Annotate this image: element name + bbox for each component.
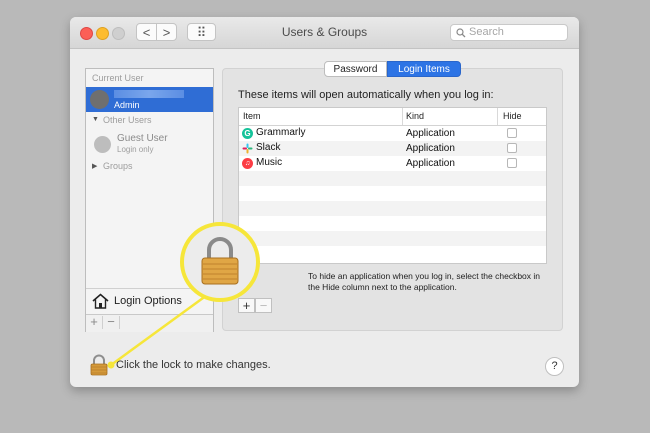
hide-checkbox[interactable] bbox=[507, 158, 517, 168]
title-bar: < > ⠿ Users & Groups Search bbox=[70, 17, 579, 49]
tab-login-items[interactable]: Login Items bbox=[387, 61, 461, 77]
remove-login-item-button[interactable]: − bbox=[255, 298, 272, 313]
sidebar-toolbar: + − bbox=[86, 314, 213, 332]
add-login-item-button[interactable]: + bbox=[238, 298, 255, 313]
admin-role-label: Admin bbox=[114, 100, 140, 110]
help-button[interactable]: ? bbox=[545, 357, 564, 376]
empty-row bbox=[239, 246, 546, 261]
lock-icon-enlarged bbox=[201, 237, 239, 285]
guest-avatar bbox=[94, 136, 111, 153]
lock-callout-magnifier bbox=[180, 222, 260, 302]
search-placeholder: Search bbox=[469, 26, 504, 38]
item-kind: Application bbox=[406, 128, 455, 139]
search-icon bbox=[456, 28, 466, 38]
sidebar-item-admin[interactable]: Admin bbox=[86, 87, 213, 112]
login-items-intro: These items will open automatically when… bbox=[238, 89, 494, 101]
disclosure-down-icon[interactable]: ▼ bbox=[92, 116, 99, 123]
column-divider bbox=[402, 108, 403, 125]
current-user-header: Current User bbox=[92, 73, 144, 83]
avatar bbox=[90, 90, 109, 109]
search-field[interactable]: Search bbox=[450, 24, 568, 41]
table-header: Item Kind Hide bbox=[239, 108, 546, 126]
column-divider bbox=[497, 108, 498, 125]
item-kind: Application bbox=[406, 158, 455, 169]
remove-user-button[interactable]: − bbox=[103, 315, 120, 329]
login-options-label: Login Options bbox=[114, 295, 182, 307]
column-header-item[interactable]: Item bbox=[243, 111, 261, 121]
column-header-hide[interactable]: Hide bbox=[503, 111, 522, 121]
lock-status-text: Click the lock to make changes. bbox=[116, 359, 271, 371]
grammarly-icon: G bbox=[242, 128, 253, 139]
guest-user-role: Login only bbox=[117, 145, 154, 154]
slack-icon bbox=[242, 143, 253, 154]
empty-row bbox=[239, 201, 546, 216]
redacted-user-name bbox=[114, 90, 184, 98]
tab-bar: Password Login Items bbox=[324, 61, 461, 77]
item-name: Grammarly bbox=[256, 127, 306, 138]
login-items-table: Item Kind Hide G Grammarly Application S… bbox=[238, 107, 547, 264]
music-icon: ♫ bbox=[242, 158, 253, 169]
disclosure-right-icon[interactable]: ▶ bbox=[92, 162, 97, 170]
item-name: Music bbox=[256, 157, 283, 168]
guest-user-name: Guest User bbox=[117, 133, 168, 144]
item-kind: Application bbox=[406, 143, 455, 154]
empty-row bbox=[239, 171, 546, 186]
groups-header: Groups bbox=[103, 161, 133, 171]
lock-icon[interactable] bbox=[89, 354, 109, 376]
table-row[interactable]: ♫ Music Application bbox=[239, 156, 546, 171]
tab-password[interactable]: Password bbox=[324, 61, 387, 77]
add-user-button[interactable]: + bbox=[86, 315, 103, 329]
hide-checkbox[interactable] bbox=[507, 128, 517, 138]
hide-checkbox[interactable] bbox=[507, 143, 517, 153]
login-items-toolbar: + − bbox=[238, 298, 272, 314]
table-row[interactable]: Slack Application bbox=[239, 141, 546, 156]
empty-row bbox=[239, 231, 546, 246]
hide-help-text: To hide an application when you log in, … bbox=[308, 271, 541, 292]
table-row[interactable]: G Grammarly Application bbox=[239, 126, 546, 141]
house-icon bbox=[92, 293, 109, 309]
column-header-kind[interactable]: Kind bbox=[406, 111, 424, 121]
other-users-header: Other Users bbox=[103, 115, 152, 125]
item-name: Slack bbox=[256, 142, 281, 153]
users-groups-window: < > ⠿ Users & Groups Search Current User… bbox=[70, 17, 579, 387]
empty-row bbox=[239, 186, 546, 201]
empty-row bbox=[239, 216, 546, 231]
